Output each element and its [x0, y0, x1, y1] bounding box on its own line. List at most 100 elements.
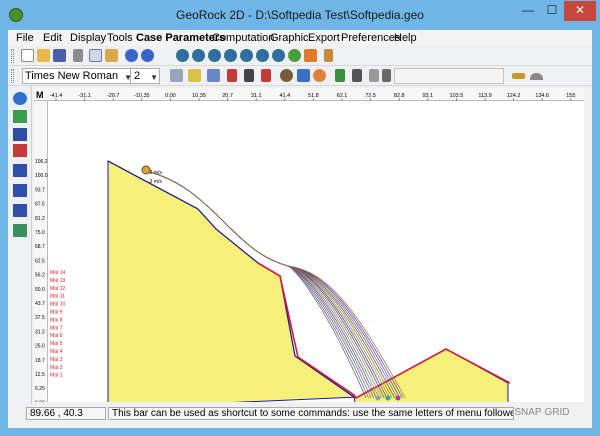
ruler-y-tick: 75.0 — [35, 230, 45, 236]
cut-icon[interactable] — [73, 49, 83, 62]
menu-graphic[interactable]: Graphic — [270, 32, 309, 44]
drawing-canvas[interactable]: -3 m/s -3 m/s Mat 14 Mat 13 Mat 12 Mat 11 Ma… — [48, 101, 584, 402]
stats-icon[interactable] — [335, 69, 345, 82]
font-size-value: 2 — [134, 70, 141, 82]
horizontal-ruler: M -41.4 -31.1 -20.7 -10.35 0.00 10.35 20.7 31.1 4… — [34, 88, 584, 101]
pan-icon[interactable] — [304, 49, 317, 62]
ruler-y-tick: 12.5 — [35, 372, 45, 378]
ruler-y-tick: 68.7 — [35, 244, 45, 250]
histogram-height-icon[interactable] — [13, 184, 27, 197]
material-label: Mat 10 — [50, 302, 66, 308]
trajectory-icon[interactable] — [13, 110, 27, 123]
gauge-icon[interactable] — [313, 69, 326, 82]
redo-icon[interactable] — [141, 49, 154, 62]
fill-icon[interactable] — [530, 73, 543, 80]
menu-tools[interactable]: Tools — [107, 32, 133, 44]
line-style-icon[interactable] — [512, 73, 525, 79]
ruler-y-tick: 6.25 — [35, 386, 45, 392]
zoom-fit-icon[interactable] — [224, 49, 237, 62]
terrain-fill — [107, 160, 509, 402]
material-label: Mat 14 — [50, 270, 66, 276]
chevron-down-icon: ▼ — [150, 73, 158, 82]
material-label: Mat 8 — [50, 317, 63, 323]
stopped-rock-icon[interactable] — [395, 395, 401, 401]
command-hint-bar[interactable]: This bar can be used as shortcut to some… — [108, 407, 514, 420]
open-icon[interactable] — [37, 49, 50, 62]
main-toolbar — [8, 46, 592, 66]
rock-icon[interactable] — [280, 69, 293, 82]
ruler-y-tick: 100.0 — [35, 173, 48, 179]
font-size-select[interactable]: 2 ▼ — [130, 68, 160, 84]
paste-icon[interactable] — [105, 49, 118, 62]
ruler-y-tick: 62.5 — [35, 258, 45, 264]
material-label: Mat 12 — [50, 286, 66, 292]
snap-toggle[interactable]: SNAP — [514, 407, 542, 420]
left-toolbar — [8, 86, 32, 404]
ruler-y-tick: 106.2 — [35, 159, 48, 165]
material-label: Mat 5 — [50, 341, 63, 347]
ruler-y-tick: 18.7 — [35, 358, 45, 364]
client-area: File Edit Display Tools Case Parameters … — [8, 30, 592, 428]
menu-computation[interactable]: Computation — [212, 32, 274, 44]
menu-file[interactable]: File — [16, 32, 34, 44]
ruler-y-tick: 43.7 — [35, 301, 45, 307]
group-icon[interactable] — [352, 69, 362, 82]
copy-icon[interactable] — [89, 49, 102, 62]
zoom-out-icon[interactable] — [192, 49, 205, 62]
ruler-corner-label: M — [36, 90, 44, 100]
ruler-y-tick: 25.0 — [35, 344, 45, 350]
source-icon[interactable] — [297, 69, 310, 82]
bounce-icon[interactable] — [13, 144, 27, 157]
menu-export[interactable]: Export — [308, 32, 340, 44]
new-icon[interactable] — [21, 49, 34, 62]
menu-help[interactable]: Help — [394, 32, 417, 44]
material-label: Mat 4 — [50, 349, 63, 355]
barrier-icon[interactable] — [244, 69, 254, 82]
menu-display[interactable]: Display — [70, 32, 106, 44]
material-label: Mat 7 — [50, 325, 63, 331]
font-name-select[interactable]: Times New Roman ▼ — [22, 68, 134, 84]
maximize-button[interactable]: ☐ — [540, 1, 564, 21]
zoom-all-icon[interactable] — [272, 49, 285, 62]
point-icon[interactable] — [261, 69, 271, 82]
rotate-icon[interactable] — [13, 92, 27, 105]
undo-icon[interactable] — [125, 49, 138, 62]
select-icon[interactable] — [170, 69, 183, 82]
stopped-rock-icon[interactable] — [375, 395, 381, 401]
layer-icon[interactable] — [382, 69, 391, 82]
menu-edit[interactable]: Edit — [43, 32, 62, 44]
grid-toggle[interactable]: GRID — [542, 407, 572, 420]
material-label: Mat 6 — [50, 333, 63, 339]
layer-select[interactable] — [394, 68, 504, 84]
close-button[interactable]: ✕ — [564, 1, 596, 21]
material-icon[interactable] — [188, 69, 201, 82]
toolbar-grip[interactable] — [11, 49, 14, 63]
cursor-coordinates: 89.66 , 40.3 — [26, 407, 106, 420]
zoom-window-icon[interactable] — [208, 49, 221, 62]
minimize-button[interactable]: — — [516, 1, 540, 21]
zoom-next-icon[interactable] — [256, 49, 269, 62]
slope-icon[interactable] — [13, 128, 27, 141]
histogram-energy-icon[interactable] — [13, 164, 27, 177]
ruler-y-tick: 0.00 — [35, 400, 45, 402]
refresh-icon[interactable] — [288, 49, 301, 62]
stopped-rock-icon[interactable] — [385, 395, 391, 401]
save-icon[interactable] — [53, 49, 66, 62]
chart-velocity-icon[interactable] — [13, 204, 27, 217]
window-title: GeoRock 2D - D:\Softpedia Test\Softpedia… — [176, 8, 424, 22]
material-label: Mat 3 — [50, 357, 63, 363]
section-icon[interactable] — [207, 69, 220, 82]
chart-report-icon[interactable] — [13, 224, 27, 237]
menu-preferences[interactable]: Preferences — [341, 32, 400, 44]
copy-style-icon[interactable] — [369, 69, 379, 82]
ruler-y-tick: 93.7 — [35, 187, 45, 193]
slope-profile-drawing[interactable]: -3 m/s -3 m/s Mat 14Mat 13Mat 12Mat 11Ma… — [48, 101, 584, 402]
format-toolbar: Times New Roman ▼ 2 ▼ — [8, 66, 592, 86]
draw-line-icon[interactable] — [227, 69, 237, 82]
ruler-y-tick: 50.0 — [35, 287, 45, 293]
title-bar[interactable]: GeoRock 2D - D:\Softpedia Test\Softpedia… — [0, 0, 600, 30]
zoom-previous-icon[interactable] — [240, 49, 253, 62]
toolbar-grip-2[interactable] — [11, 69, 14, 83]
pen-icon[interactable] — [324, 49, 333, 62]
zoom-in-icon[interactable] — [176, 49, 189, 62]
